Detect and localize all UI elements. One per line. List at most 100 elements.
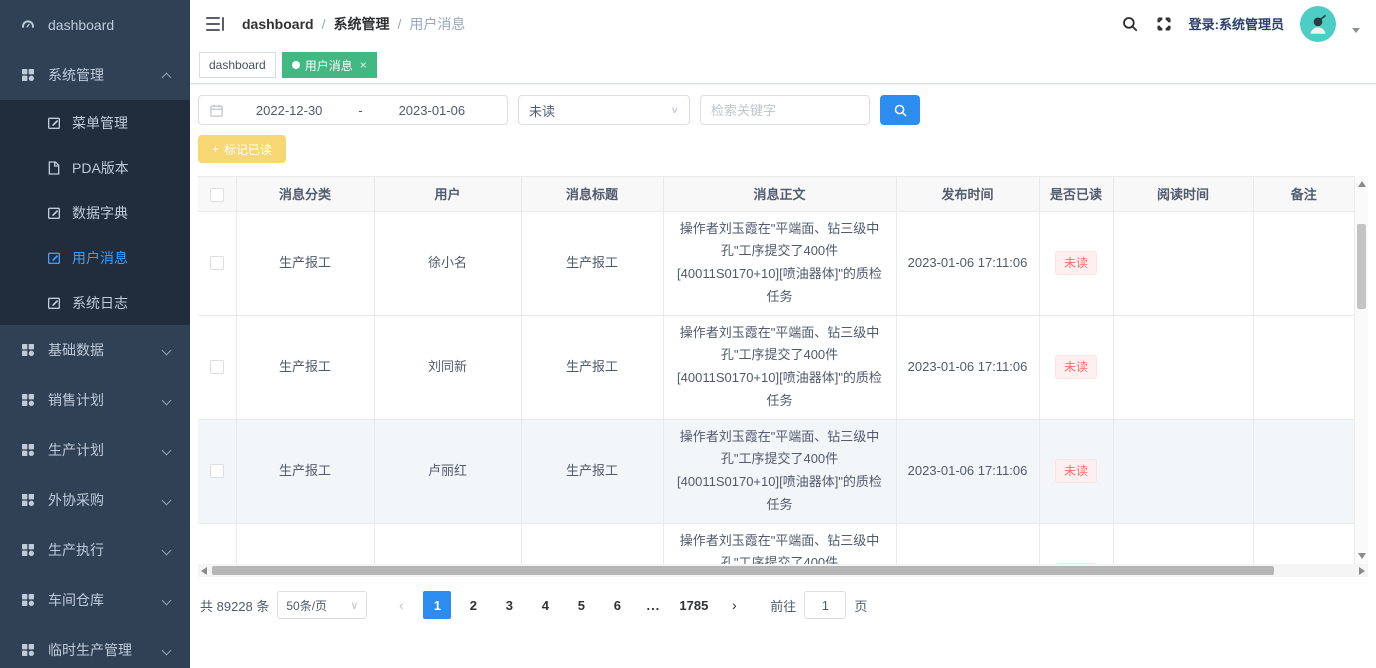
cell-publish-time: 2023-01-06 17:11:06: [896, 315, 1039, 419]
breadcrumb-section[interactable]: 系统管理: [333, 14, 389, 34]
sidebar-item-data-dict[interactable]: 数据字典: [0, 190, 190, 235]
sidebar-item-label: 临时生产管理: [48, 640, 132, 660]
sidebar-submenu: 菜单管理 PDA版本 数据字典 用户消息: [0, 100, 190, 325]
cell-read-status: 未读: [1039, 523, 1113, 564]
chevron-down-icon: [162, 545, 172, 555]
grid-icon: [20, 342, 36, 358]
scroll-left-icon[interactable]: [201, 567, 207, 575]
breadcrumb-current: 用户消息: [409, 14, 465, 34]
horizontal-scroll-thumb[interactable]: [212, 566, 1274, 575]
cell-read-status: 未读: [1039, 315, 1113, 419]
messages-table: 消息分类 用户 消息标题 消息正文 发布时间 是否已读 阅读时间 备注: [198, 176, 1368, 577]
prev-page-button[interactable]: ‹: [387, 591, 415, 619]
sidebar-item-temp-production[interactable]: 临时生产管理: [0, 625, 190, 668]
avatar[interactable]: [1300, 6, 1336, 42]
table-row[interactable]: 生产报工 徐小名 生产报工 操作者刘玉霞在"平端面、钻三级中孔"工序提交了400…: [198, 211, 1354, 315]
cell-remark: [1253, 211, 1354, 315]
chevron-down-icon: [162, 595, 172, 605]
tab-user-messages[interactable]: 用户消息 ×: [282, 52, 377, 78]
breadcrumb-separator: /: [397, 16, 401, 32]
page-button-6[interactable]: 6: [603, 591, 631, 619]
read-status-select[interactable]: 未读 ∨: [518, 95, 690, 125]
row-select-cell: [198, 419, 236, 523]
table-row[interactable]: 生产报工 刘培省 生产报工 操作者刘玉霞在"平端面、钻三级中孔"工序提交了400…: [198, 523, 1354, 564]
close-icon[interactable]: ×: [360, 59, 367, 71]
scroll-right-icon[interactable]: [1359, 567, 1365, 575]
app-root: dashboard 系统管理 菜单管理 PDA版本: [0, 0, 1376, 668]
more-pages-icon[interactable]: ...: [639, 591, 667, 619]
chevron-down-icon: ∨: [350, 599, 358, 612]
date-range-picker[interactable]: 2022-12-30 - 2023-01-06: [198, 95, 508, 125]
sidebar-item-production-plan[interactable]: 生产计划: [0, 425, 190, 475]
pagination: 共 89228 条 50条/页 ∨ ‹ 1 2 3 4 5 6 ... 1785…: [198, 591, 1368, 619]
scroll-up-icon[interactable]: [1358, 181, 1366, 187]
select-all-checkbox[interactable]: [210, 188, 224, 202]
sidebar-item-system-log[interactable]: 系统日志: [0, 280, 190, 325]
table-row[interactable]: 生产报工 卢丽红 生产报工 操作者刘玉霞在"平端面、钻三级中孔"工序提交了400…: [198, 419, 1354, 523]
main-panel: dashboard / 系统管理 / 用户消息 登录:系统管理员: [190, 0, 1376, 668]
goto-page-input[interactable]: [804, 591, 846, 619]
cell-title: 生产报工: [521, 315, 663, 419]
vertical-scroll-thumb[interactable]: [1357, 224, 1366, 309]
sidebar-item-dashboard[interactable]: dashboard: [0, 0, 190, 50]
page-button-3[interactable]: 3: [495, 591, 523, 619]
cell-content: 操作者刘玉霞在"平端面、钻三级中孔"工序提交了400件[40011S0170+1…: [663, 315, 896, 419]
row-select-cell: [198, 211, 236, 315]
row-select-cell: [198, 315, 236, 419]
sidebar-item-sales-plan[interactable]: 销售计划: [0, 375, 190, 425]
sidebar-item-outsourcing[interactable]: 外协采购: [0, 475, 190, 525]
next-page-button[interactable]: ›: [720, 591, 748, 619]
cell-remark: [1253, 523, 1354, 564]
search-button[interactable]: [880, 95, 920, 125]
vertical-scrollbar[interactable]: [1354, 176, 1368, 564]
page-button-5[interactable]: 5: [567, 591, 595, 619]
date-end-input[interactable]: 2023-01-06: [367, 103, 497, 118]
row-checkbox[interactable]: [210, 360, 224, 374]
page-button-last[interactable]: 1785: [675, 591, 712, 619]
mark-read-button[interactable]: + 标记已读: [198, 135, 286, 163]
sidebar-item-system[interactable]: 系统管理: [0, 50, 190, 100]
sidebar-item-user-messages[interactable]: 用户消息: [0, 235, 190, 280]
page-button-4[interactable]: 4: [531, 591, 559, 619]
sidebar-item-production-exec[interactable]: 生产执行: [0, 525, 190, 575]
sidebar-item-label: PDA版本: [72, 158, 129, 178]
page-button-1[interactable]: 1: [423, 591, 451, 619]
header-actions: 登录:系统管理员: [1121, 6, 1360, 42]
page-content: 2022-12-30 - 2023-01-06 未读 ∨ + 标记已读: [190, 84, 1376, 668]
sidebar-item-workshop-warehouse[interactable]: 车间仓库: [0, 575, 190, 625]
cell-category: 生产报工: [236, 419, 374, 523]
breadcrumb-home[interactable]: dashboard: [242, 16, 314, 32]
cell-read-status: 未读: [1039, 419, 1113, 523]
search-icon[interactable]: [1121, 15, 1139, 33]
col-title: 消息标题: [521, 177, 663, 211]
tab-dashboard[interactable]: dashboard: [199, 52, 276, 78]
scroll-down-icon[interactable]: [1358, 553, 1366, 559]
tab-label: dashboard: [209, 58, 266, 72]
date-start-input[interactable]: 2022-12-30: [224, 103, 354, 118]
cell-read-time: [1113, 419, 1253, 523]
breadcrumb-separator: /: [322, 16, 326, 32]
fullscreen-icon[interactable]: [1155, 15, 1173, 33]
table-row[interactable]: 生产报工 刘同新 生产报工 操作者刘玉霞在"平端面、钻三级中孔"工序提交了400…: [198, 315, 1354, 419]
grid-icon: [20, 492, 36, 508]
sidebar-collapse-icon[interactable]: [206, 16, 224, 32]
sidebar-item-label: 基础数据: [48, 340, 104, 360]
search-icon: [893, 103, 908, 118]
caret-down-icon[interactable]: [1352, 28, 1360, 33]
col-read-time: 阅读时间: [1113, 177, 1253, 211]
horizontal-scrollbar[interactable]: [198, 564, 1368, 577]
page-size-select[interactable]: 50条/页 ∨: [277, 591, 367, 619]
cell-user: 卢丽红: [374, 419, 521, 523]
row-checkbox[interactable]: [210, 256, 224, 270]
sidebar-item-label: 菜单管理: [72, 113, 128, 133]
sidebar-item-pda-version[interactable]: PDA版本: [0, 145, 190, 190]
keyword-input[interactable]: [700, 95, 870, 125]
page-button-2[interactable]: 2: [459, 591, 487, 619]
sidebar-item-menu-mgmt[interactable]: 菜单管理: [0, 100, 190, 145]
page-unit-label: 页: [854, 596, 867, 615]
top-header: dashboard / 系统管理 / 用户消息 登录:系统管理员: [190, 0, 1376, 47]
sidebar-item-label: 销售计划: [48, 390, 104, 410]
row-checkbox[interactable]: [210, 464, 224, 478]
sidebar-item-base-data[interactable]: 基础数据: [0, 325, 190, 375]
mark-read-label: 标记已读: [224, 141, 272, 158]
